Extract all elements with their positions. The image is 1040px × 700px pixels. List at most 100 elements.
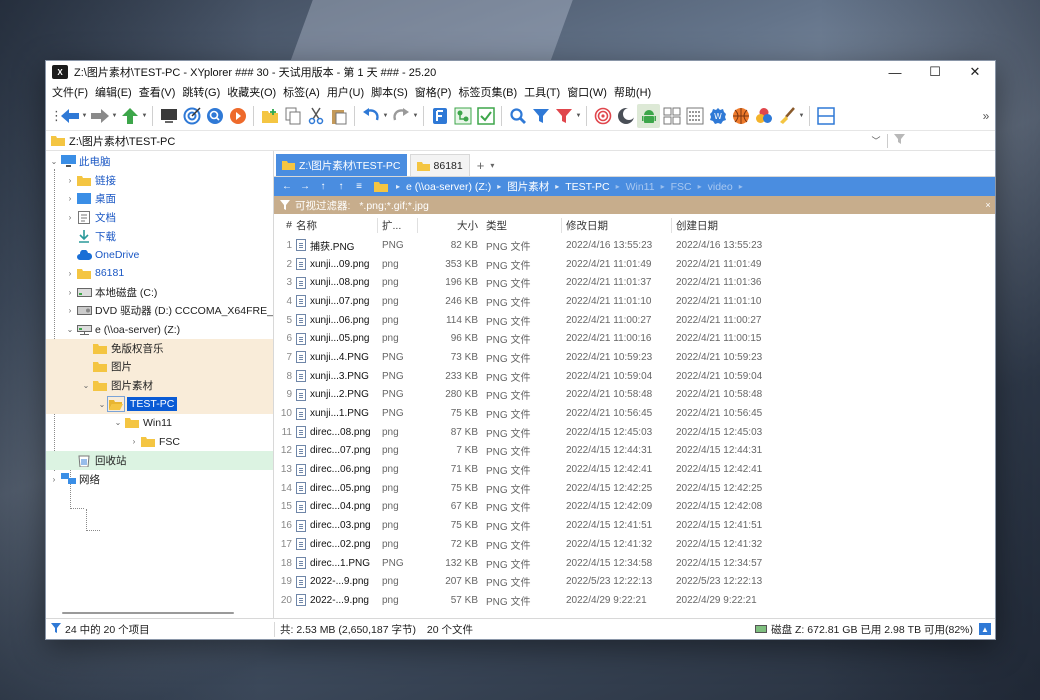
close-button[interactable]: ✕ bbox=[955, 61, 995, 83]
minimize-button[interactable]: — bbox=[875, 61, 915, 83]
bc-back-icon[interactable]: ← bbox=[278, 181, 296, 192]
menu-tags[interactable]: 标签(A) bbox=[280, 84, 323, 100]
table-row[interactable]: 2 xunji...09.png png 353 KB PNG 文件 2022/4/21 … bbox=[274, 255, 995, 274]
breadcrumb-item-win11[interactable]: Win11 bbox=[622, 181, 659, 193]
expand-icon[interactable]: › bbox=[64, 176, 76, 185]
breadcrumb-item-test-pc[interactable]: TEST-PC bbox=[561, 181, 613, 193]
menu-help[interactable]: 帮助(H) bbox=[611, 84, 654, 100]
address-input[interactable]: Z:\图片素材\TEST-PC bbox=[69, 133, 868, 149]
tree-item-win11[interactable]: ⌄ Win11 bbox=[46, 414, 273, 433]
menu-edit[interactable]: 编辑(E) bbox=[92, 84, 135, 100]
tab-test-pc[interactable]: Z:\图片素材\TEST-PC bbox=[276, 154, 407, 176]
copy-icon[interactable] bbox=[281, 104, 304, 128]
filter-icon[interactable] bbox=[529, 104, 552, 128]
moon-icon[interactable] bbox=[614, 104, 637, 128]
tree-item-pictures[interactable]: 图片 bbox=[46, 357, 273, 377]
filter-text[interactable]: 可视过滤器: *.png;*.gif;*.jpg bbox=[295, 198, 981, 213]
spiral-icon[interactable] bbox=[591, 104, 614, 128]
table-row[interactable]: 4 xunji...07.png png 246 KB PNG 文件 2022/4/21 … bbox=[274, 292, 995, 311]
paste-icon[interactable] bbox=[327, 104, 350, 128]
tree-item-downloads[interactable]: 下载 bbox=[46, 227, 273, 246]
add-tab-button[interactable]: + bbox=[477, 158, 485, 173]
brush-icon[interactable] bbox=[775, 104, 798, 128]
font-f-icon[interactable] bbox=[428, 104, 451, 128]
breadcrumb-item-video[interactable]: video bbox=[704, 181, 737, 193]
tree-item-network[interactable]: › 网络 bbox=[46, 470, 273, 489]
table-row[interactable]: 12 direc...07.png png 7 KB PNG 文件 2022/4/15 1… bbox=[274, 442, 995, 461]
collapse-icon[interactable]: ⌄ bbox=[48, 157, 60, 166]
tree-item-fsc[interactable]: › FSC bbox=[46, 432, 273, 451]
bc-forward-icon[interactable]: → bbox=[296, 181, 314, 192]
maximize-button[interactable]: ☐ bbox=[915, 61, 955, 83]
collapse-icon[interactable]: ⌄ bbox=[96, 400, 108, 409]
redo-icon[interactable] bbox=[389, 104, 412, 128]
breadcrumb-arrow-icon[interactable]: ▸ bbox=[737, 182, 745, 191]
tree-item-network-drive-z[interactable]: ⌄ e (\\oa-server) (Z:) bbox=[46, 320, 273, 339]
table-row[interactable]: 5 xunji...06.png png 114 KB PNG 文件 2022/4/21 … bbox=[274, 311, 995, 330]
funnel-icon[interactable] bbox=[891, 134, 907, 147]
expand-icon[interactable]: › bbox=[128, 437, 140, 446]
tree-item-dvd-d[interactable]: › DVD 驱动器 (D:) CCCOMA_X64FRE_ZH-C bbox=[46, 302, 273, 321]
tree-sync-icon[interactable] bbox=[451, 104, 474, 128]
col-header-name[interactable]: 名称 bbox=[296, 217, 378, 233]
expand-icon[interactable]: › bbox=[64, 269, 76, 278]
table-row[interactable]: 3 xunji...08.png png 196 KB PNG 文件 2022/4/21 … bbox=[274, 273, 995, 292]
filter-status-icon[interactable] bbox=[51, 622, 61, 636]
collapse-icon[interactable]: ⌄ bbox=[112, 418, 124, 427]
table-row[interactable]: 7 xunji...4.PNG PNG 73 KB PNG 文件 2022/4/21 10… bbox=[274, 348, 995, 367]
menu-grip-icon[interactable]: ⋮ bbox=[50, 108, 63, 124]
menu-tools[interactable]: 工具(T) bbox=[521, 84, 563, 100]
menu-script[interactable]: 脚本(S) bbox=[368, 84, 411, 100]
bc-menu-icon[interactable]: ≡ bbox=[350, 181, 368, 192]
tree-item-drive-c[interactable]: › 本地磁盘 (C:) bbox=[46, 283, 273, 302]
color-dots-icon[interactable] bbox=[752, 104, 775, 128]
android-icon[interactable] bbox=[637, 103, 660, 128]
terminal-icon[interactable] bbox=[157, 104, 180, 128]
menu-tabsets[interactable]: 标签页集(B) bbox=[455, 84, 520, 100]
undo-icon[interactable] bbox=[359, 104, 382, 128]
tree-item-86181[interactable]: › 86181 bbox=[46, 264, 273, 283]
breadcrumb-arrow-icon[interactable]: ▸ bbox=[696, 182, 704, 191]
expand-icon[interactable]: › bbox=[64, 288, 76, 297]
tree-item-desktop[interactable]: › 桌面 bbox=[46, 189, 273, 208]
target-icon[interactable] bbox=[180, 104, 203, 128]
col-header-ext[interactable]: 扩... bbox=[378, 217, 418, 233]
checkbox-icon[interactable] bbox=[474, 104, 497, 128]
tree-horizontal-scrollbar[interactable] bbox=[62, 612, 234, 614]
collapse-icon[interactable]: ⌄ bbox=[64, 325, 76, 334]
col-header-created[interactable]: 创建日期 bbox=[672, 218, 782, 233]
menu-view[interactable]: 查看(V) bbox=[136, 84, 179, 100]
magnifier-icon[interactable] bbox=[506, 104, 529, 128]
split-panel-icon[interactable] bbox=[814, 104, 837, 128]
tree-item-documents[interactable]: › 文档 bbox=[46, 208, 273, 227]
up-arrow-icon[interactable] bbox=[118, 104, 141, 128]
menu-favorites[interactable]: 收藏夹(O) bbox=[224, 84, 279, 100]
redo-dropdown-icon[interactable]: ▼ bbox=[412, 104, 419, 128]
breadcrumb-item-fsc[interactable]: FSC bbox=[667, 181, 696, 193]
bc-up-icon[interactable]: ↑ bbox=[314, 181, 332, 192]
tree-item-picture-assets[interactable]: ⌄ 图片素材 bbox=[46, 376, 273, 395]
scroll-up-button[interactable]: ▲ bbox=[979, 623, 991, 635]
address-dropdown-icon[interactable]: ﹀ bbox=[868, 134, 884, 147]
forward-dropdown-icon[interactable]: ▼ bbox=[111, 104, 118, 128]
breadcrumb-arrow-icon[interactable]: ▸ bbox=[614, 182, 622, 191]
list-view-icon[interactable] bbox=[683, 104, 706, 128]
table-row[interactable]: 17 direc...02.png png 72 KB PNG 文件 2022/4/15 … bbox=[274, 535, 995, 554]
tab-list-dropdown-icon[interactable]: ▾ bbox=[490, 161, 494, 170]
bc-root-icon[interactable]: ↑ bbox=[332, 181, 350, 192]
filter-dropdown-icon[interactable]: ▼ bbox=[575, 104, 582, 128]
back-dropdown-icon[interactable]: ▼ bbox=[81, 104, 88, 128]
tree-item-links[interactable]: › 链接 bbox=[46, 171, 273, 190]
collapse-icon[interactable]: ⌄ bbox=[80, 381, 92, 390]
table-row[interactable]: 16 direc...03.png png 75 KB PNG 文件 2022/4/15 … bbox=[274, 516, 995, 535]
tree-item-free-music[interactable]: 免版权音乐 bbox=[46, 338, 273, 358]
breadcrumb-item-picture-assets[interactable]: 图片素材 bbox=[503, 179, 553, 194]
menu-window[interactable]: 窗口(W) bbox=[564, 84, 610, 100]
menu-file[interactable]: 文件(F) bbox=[49, 84, 91, 100]
basketball-icon[interactable] bbox=[729, 104, 752, 128]
table-row[interactable]: 8 xunji...3.PNG PNG 233 KB PNG 文件 2022/4/21 1… bbox=[274, 367, 995, 386]
breadcrumb-arrow-icon[interactable]: ▸ bbox=[394, 182, 402, 191]
menu-go[interactable]: 跳转(G) bbox=[179, 84, 223, 100]
search-circle-icon[interactable] bbox=[203, 104, 226, 128]
expand-icon[interactable]: › bbox=[48, 475, 60, 484]
